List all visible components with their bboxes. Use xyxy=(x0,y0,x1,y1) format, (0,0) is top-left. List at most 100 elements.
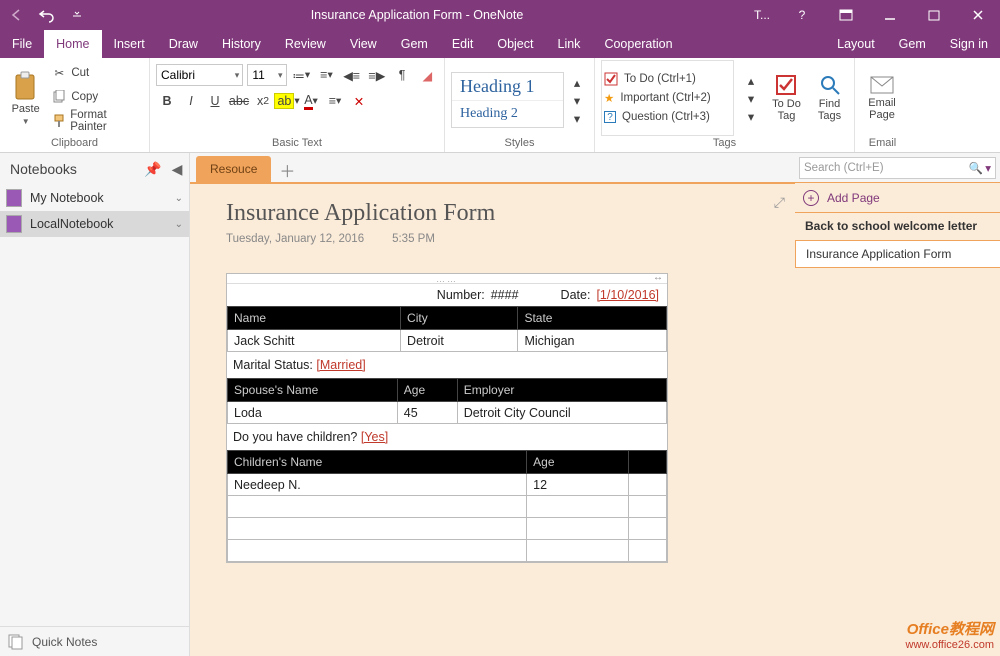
number-value[interactable]: #### xyxy=(491,288,519,302)
cut-button[interactable]: ✂Cut xyxy=(49,62,143,84)
close-button[interactable] xyxy=(956,0,1000,30)
minimize-button[interactable] xyxy=(868,0,912,30)
styles-gallery[interactable]: Heading 1 Heading 2 xyxy=(451,72,564,128)
styles-more[interactable]: ▾ xyxy=(566,109,588,127)
search-icon[interactable]: 🔍 xyxy=(969,161,983,175)
tag-question[interactable]: ?Question (Ctrl+3) xyxy=(604,108,731,126)
sign-in[interactable]: Sign in xyxy=(938,30,1000,58)
page-list-item[interactable]: Back to school welcome letter xyxy=(795,213,1000,240)
page-list: Back to school welcome letterInsurance A… xyxy=(795,213,1000,656)
checkbox-icon xyxy=(775,74,797,96)
tab-gem2[interactable]: Gem xyxy=(887,30,938,58)
tag-important[interactable]: ★Important (Ctrl+2) xyxy=(604,89,731,107)
pin-icon[interactable]: 📌 xyxy=(141,161,165,178)
drag-handle[interactable]: …… ↔ xyxy=(227,274,667,284)
table-1[interactable]: NameCityState Jack SchittDetroitMichigan xyxy=(227,306,667,352)
tab-link[interactable]: Link xyxy=(546,30,593,58)
font-color-button[interactable]: A▾ xyxy=(300,90,322,112)
notebook-color-icon xyxy=(6,215,22,233)
delete-button[interactable]: ✕ xyxy=(348,90,370,112)
tab-file[interactable]: File xyxy=(0,30,44,58)
tell-me-tab[interactable]: T... xyxy=(744,0,780,30)
fullscreen-icon[interactable]: ⤢ xyxy=(774,194,785,211)
qat-more-button[interactable] xyxy=(64,3,90,27)
strike-button[interactable]: abc xyxy=(228,90,250,112)
italic-button[interactable]: I xyxy=(180,90,202,112)
ribbon-display-button[interactable] xyxy=(824,0,868,30)
children-answer[interactable]: [Yes] xyxy=(361,430,388,444)
bullets-button[interactable]: ≔▾ xyxy=(291,64,312,86)
tab-view[interactable]: View xyxy=(338,30,389,58)
email-page-button[interactable]: Email Page xyxy=(861,60,903,136)
copy-button[interactable]: Copy xyxy=(49,86,143,108)
todo-tag-button[interactable]: To Do Tag xyxy=(768,60,805,136)
tab-insert[interactable]: Insert xyxy=(102,30,157,58)
help-button[interactable]: ? xyxy=(780,0,824,30)
indent-button[interactable]: ≡▶ xyxy=(366,64,387,86)
tab-gem[interactable]: Gem xyxy=(389,30,440,58)
children-question: Do you have children? xyxy=(233,430,357,444)
form-container[interactable]: …… ↔ Number: #### Date: [1/10/2016] Name… xyxy=(226,273,668,563)
page-title[interactable]: Insurance Application Form xyxy=(226,200,766,227)
brush-icon xyxy=(51,113,66,129)
tags-down[interactable]: ▾ xyxy=(740,89,762,107)
add-section-button[interactable]: ＋ xyxy=(273,158,301,182)
tab-layout[interactable]: Layout xyxy=(825,30,887,58)
search-input[interactable]: Search (Ctrl+E) 🔍▾ xyxy=(799,157,996,179)
scissors-icon: ✂ xyxy=(51,65,67,81)
page-canvas[interactable]: ⤢ Insurance Application Form Tuesday, Ja… xyxy=(190,183,795,656)
outdent-button[interactable]: ◀≡ xyxy=(341,64,362,86)
tags-more[interactable]: ▾ xyxy=(740,107,762,125)
group-label-tags: Tags xyxy=(601,136,848,152)
font-name-select[interactable]: Calibri▾ xyxy=(156,64,243,86)
notebook-item[interactable]: LocalNotebook⌄ xyxy=(0,211,189,237)
marital-value[interactable]: [Married] xyxy=(316,358,365,372)
tab-history[interactable]: History xyxy=(210,30,273,58)
styles-down[interactable]: ▾ xyxy=(566,91,588,109)
page-date: Tuesday, January 12, 2016 xyxy=(226,233,364,245)
style-heading1[interactable]: Heading 1 xyxy=(452,73,563,101)
table-3[interactable]: Children's NameAge Needeep N.12 xyxy=(227,450,667,562)
tag-todo[interactable]: To Do (Ctrl+1) xyxy=(604,70,731,88)
underline-button[interactable]: U xyxy=(204,90,226,112)
tab-cooperation[interactable]: Cooperation xyxy=(592,30,684,58)
numbering-button[interactable]: ≡▾ xyxy=(316,64,337,86)
tab-home[interactable]: Home xyxy=(44,30,101,58)
notebook-item[interactable]: My Notebook⌄ xyxy=(0,185,189,211)
tab-draw[interactable]: Draw xyxy=(157,30,210,58)
star-icon: ★ xyxy=(604,91,614,105)
marital-label: Marital Status: xyxy=(233,358,313,372)
clear-format-button[interactable]: ◢ xyxy=(417,64,438,86)
bold-button[interactable]: B xyxy=(156,90,178,112)
maximize-button[interactable] xyxy=(912,0,956,30)
font-size-select[interactable]: 11▾ xyxy=(247,64,286,86)
style-heading2[interactable]: Heading 2 xyxy=(452,101,563,128)
paragraph-button[interactable]: ¶ xyxy=(392,64,413,86)
styles-up[interactable]: ▴ xyxy=(566,73,588,91)
undo-button[interactable] xyxy=(34,3,60,27)
tab-review[interactable]: Review xyxy=(273,30,338,58)
window-title: Insurance Application Form - OneNote xyxy=(90,8,744,22)
find-tags-button[interactable]: Find Tags xyxy=(811,60,848,136)
tab-edit[interactable]: Edit xyxy=(440,30,486,58)
date-value[interactable]: [1/10/2016] xyxy=(596,288,659,302)
align-button[interactable]: ≡▾ xyxy=(324,90,346,112)
section-tabs: Resouce ＋ xyxy=(190,153,795,183)
page-list-item[interactable]: Insurance Application Form xyxy=(795,240,1000,268)
tags-up[interactable]: ▴ xyxy=(740,71,762,89)
group-label-clipboard: Clipboard xyxy=(6,136,143,152)
tab-object[interactable]: Object xyxy=(485,30,545,58)
paste-button[interactable]: Paste ▼ xyxy=(6,60,45,136)
table-2[interactable]: Spouse's NameAgeEmployer Loda45Detroit C… xyxy=(227,378,667,424)
search-dd[interactable]: ▾ xyxy=(985,161,991,175)
quick-notes-button[interactable]: Quick Notes xyxy=(0,626,189,656)
collapse-icon[interactable]: ◀ xyxy=(165,161,189,178)
subscript-button[interactable]: x2 xyxy=(252,90,274,112)
section-tab-resource[interactable]: Resouce xyxy=(196,156,271,182)
highlight-button[interactable]: ab▾ xyxy=(276,90,298,112)
add-page-button[interactable]: + Add Page xyxy=(795,183,1000,213)
group-label-basictext: Basic Text xyxy=(156,136,438,152)
format-painter-button[interactable]: Format Painter xyxy=(49,110,143,132)
checkbox-icon xyxy=(604,72,618,86)
back-button[interactable] xyxy=(4,3,30,27)
